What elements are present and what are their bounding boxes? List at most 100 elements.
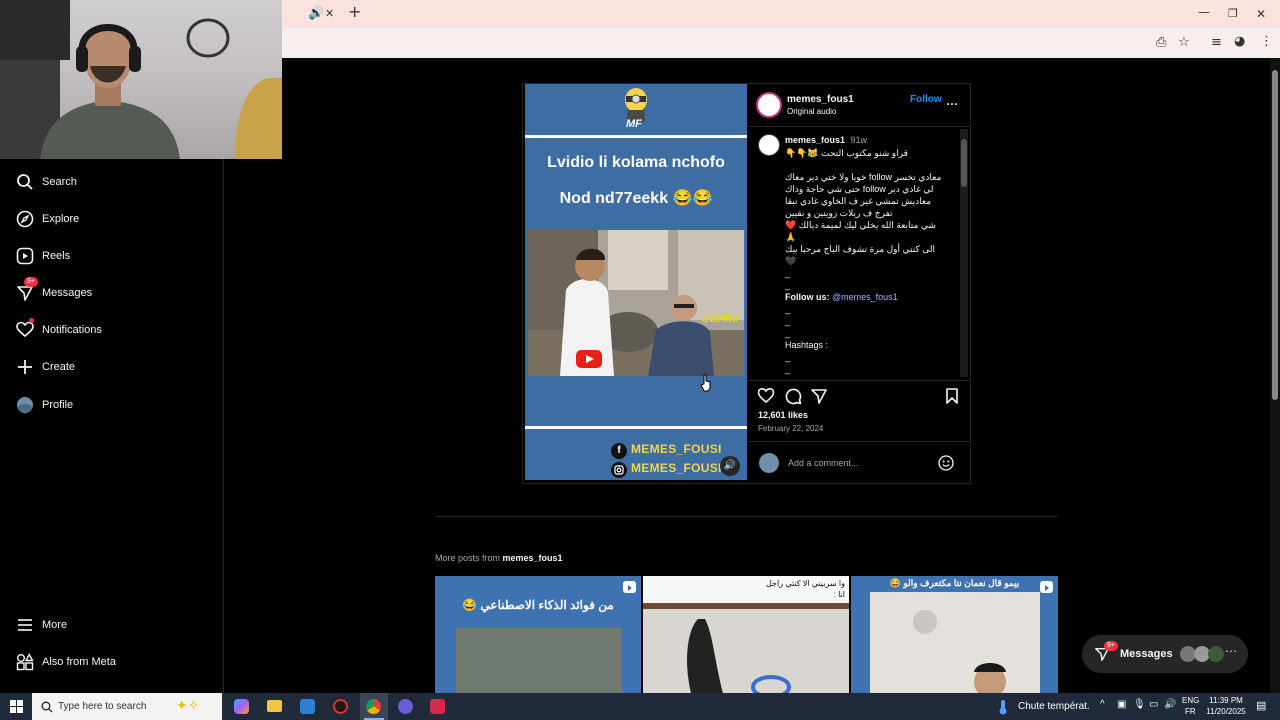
reel-video[interactable]: MF Lvidio li kolama nchofo Nod nd77eekk …: [525, 84, 747, 480]
store-icon[interactable]: [300, 699, 315, 714]
caption-scrollbar[interactable]: [960, 129, 968, 377]
video-title-line1: Lvidio li kolama nchofo: [547, 154, 725, 171]
app-icon[interactable]: [333, 699, 348, 714]
minimize-button[interactable]: —: [1198, 5, 1210, 19]
chevron-up-icon[interactable]: ^: [1100, 699, 1105, 710]
sidebar: Search Explore Reels 9+ Messages Notific…: [0, 159, 224, 693]
copilot-icon[interactable]: [234, 699, 249, 714]
hashtags-label: Hashtags :: [785, 340, 829, 350]
sidebar-item-profile[interactable]: Profile: [0, 390, 224, 420]
chrome-taskbar-button[interactable]: [360, 693, 388, 720]
share-button[interactable]: [810, 387, 828, 405]
search-icon: [14, 171, 36, 193]
more-post-thumbnail[interactable]: بيمو قال نعمان نتا مكتعرف والو 😂: [851, 576, 1058, 693]
bookmark-star-icon[interactable]: ☆: [1178, 36, 1190, 50]
profile-avatar-icon[interactable]: ◕: [1234, 35, 1245, 49]
file-explorer-icon[interactable]: [267, 700, 282, 712]
sidebar-item-search[interactable]: Search: [0, 167, 224, 197]
volume-icon[interactable]: 🔊: [1164, 699, 1176, 710]
emoji-icon[interactable]: [938, 455, 954, 471]
webcam-overlay: [0, 0, 282, 159]
more-post-thumbnail[interactable]: من فوائد الذكاء الاصطناعي 😂: [435, 576, 641, 693]
tray-app-icon[interactable]: ▣: [1117, 699, 1126, 710]
thumbnail-text: وا سربيني الا كنتي راجل انا :: [766, 579, 845, 599]
sidebar-item-also-from-meta[interactable]: Also from Meta: [0, 647, 224, 677]
messages-badge: 9+: [24, 277, 38, 287]
caption-line: _: [785, 304, 791, 314]
window-close-button[interactable]: ✕: [1256, 7, 1266, 21]
media-control-icon[interactable]: ≡: [1211, 36, 1222, 50]
browser-menu-icon[interactable]: ⋮: [1260, 35, 1273, 49]
comment-input[interactable]: Add a comment...: [788, 458, 859, 468]
speaker-icon[interactable]: 🔊: [308, 7, 324, 21]
chrome-icon: [366, 699, 381, 714]
messages-badge: 9+: [1104, 641, 1118, 651]
page-scrollbar[interactable]: [1270, 58, 1280, 693]
unmute-button[interactable]: 🔊: [720, 456, 740, 476]
save-button[interactable]: [944, 387, 960, 405]
caption-line: الى كنتي أول مرة تشوف الباج مرحبا بيك: [785, 244, 935, 254]
sidebar-item-label: Search: [42, 176, 77, 188]
divider: [748, 441, 970, 442]
sidebar-item-create[interactable]: Create: [0, 352, 224, 382]
post-options-button[interactable]: …: [946, 94, 958, 108]
taskbar-search-input[interactable]: Type here to search: [58, 701, 146, 712]
app-icon[interactable]: [430, 699, 445, 714]
webcam-image: [0, 0, 282, 159]
follow-button[interactable]: Follow: [910, 94, 942, 105]
language-top[interactable]: ENG: [1182, 696, 1199, 705]
sidebar-item-explore[interactable]: Explore: [0, 204, 224, 234]
weather-text[interactable]: Chute températ.: [1018, 701, 1090, 712]
sidebar-item-more[interactable]: More: [0, 610, 224, 640]
tab-close-button[interactable]: ✕: [325, 7, 334, 21]
network-icon[interactable]: ▭: [1149, 699, 1158, 710]
notification-center-icon[interactable]: ▤: [1256, 699, 1266, 712]
likes-count[interactable]: 12,601 likes: [758, 410, 808, 420]
install-app-icon[interactable]: ⎙: [1156, 36, 1166, 50]
taskbar-search-box[interactable]: Type here to search ✦✧: [32, 693, 222, 720]
sidebar-item-notifications[interactable]: Notifications: [0, 315, 224, 345]
caption-text: قراو شنو مكتوب التحت 😹👇👇 معادي تخسر foll…: [785, 147, 943, 375]
more-posts-prefix: More posts from: [435, 553, 503, 563]
follow-us-handle[interactable]: @memes_fous1: [832, 292, 898, 302]
author-avatar[interactable]: [756, 92, 782, 118]
caption-line: [785, 159, 943, 171]
sidebar-item-label: Messages: [42, 287, 93, 299]
more-posts-heading: More posts from memes_fous1: [435, 553, 563, 563]
clock-date[interactable]: 11/20/2025: [1201, 707, 1251, 716]
restore-button[interactable]: ❐: [1228, 7, 1238, 21]
scroll-thumb[interactable]: [1272, 70, 1278, 400]
caption-line: قراو شنو مكتوب التحت 😹👇👇: [785, 148, 908, 158]
facebook-icon: f: [611, 443, 627, 459]
caption-avatar[interactable]: [758, 134, 780, 156]
caption-age: 91w: [850, 135, 868, 145]
facebook-handle: MEMES_FOUSI: [631, 442, 722, 456]
caption-line: معادي تخسر follow خويا ولا ختي دير معاك: [785, 172, 942, 182]
messages-label: Messages: [1120, 648, 1173, 660]
comment-button[interactable]: [784, 387, 802, 405]
author-username[interactable]: memes_fous1: [787, 94, 854, 105]
thumbnail-image: [456, 628, 622, 693]
avatar-icon: [14, 394, 36, 416]
sidebar-item-messages[interactable]: 9+ Messages: [0, 277, 224, 308]
new-tab-button[interactable]: +: [348, 4, 361, 20]
mouse-cursor: [700, 374, 712, 392]
more-posts-username[interactable]: memes_fous1: [503, 553, 563, 563]
follow-us-label: Follow us:: [785, 292, 830, 302]
microphone-icon[interactable]: 🎙: [1133, 699, 1146, 710]
reel-badge-icon: [623, 581, 636, 593]
audio-label[interactable]: Original audio: [787, 107, 836, 116]
caption-line: 🙏: [785, 232, 797, 242]
language-bottom[interactable]: FR: [1185, 707, 1196, 716]
app-icon[interactable]: [398, 699, 413, 714]
windows-start-icon[interactable]: [10, 700, 23, 713]
more-dots-icon: ⋯: [1225, 644, 1237, 658]
sidebar-item-reels[interactable]: Reels: [0, 241, 224, 271]
caption-username[interactable]: memes_fous1: [785, 135, 845, 145]
clock-time[interactable]: 11:39 PM: [1207, 696, 1245, 705]
like-button[interactable]: [757, 387, 775, 405]
instagram-icon: [611, 462, 627, 478]
caption-scroll-thumb[interactable]: [961, 139, 967, 187]
more-post-thumbnail[interactable]: وا سربيني الا كنتي راجل انا :: [643, 576, 849, 693]
messages-floating-button[interactable]: 9+ Messages ⋯: [1082, 635, 1248, 673]
